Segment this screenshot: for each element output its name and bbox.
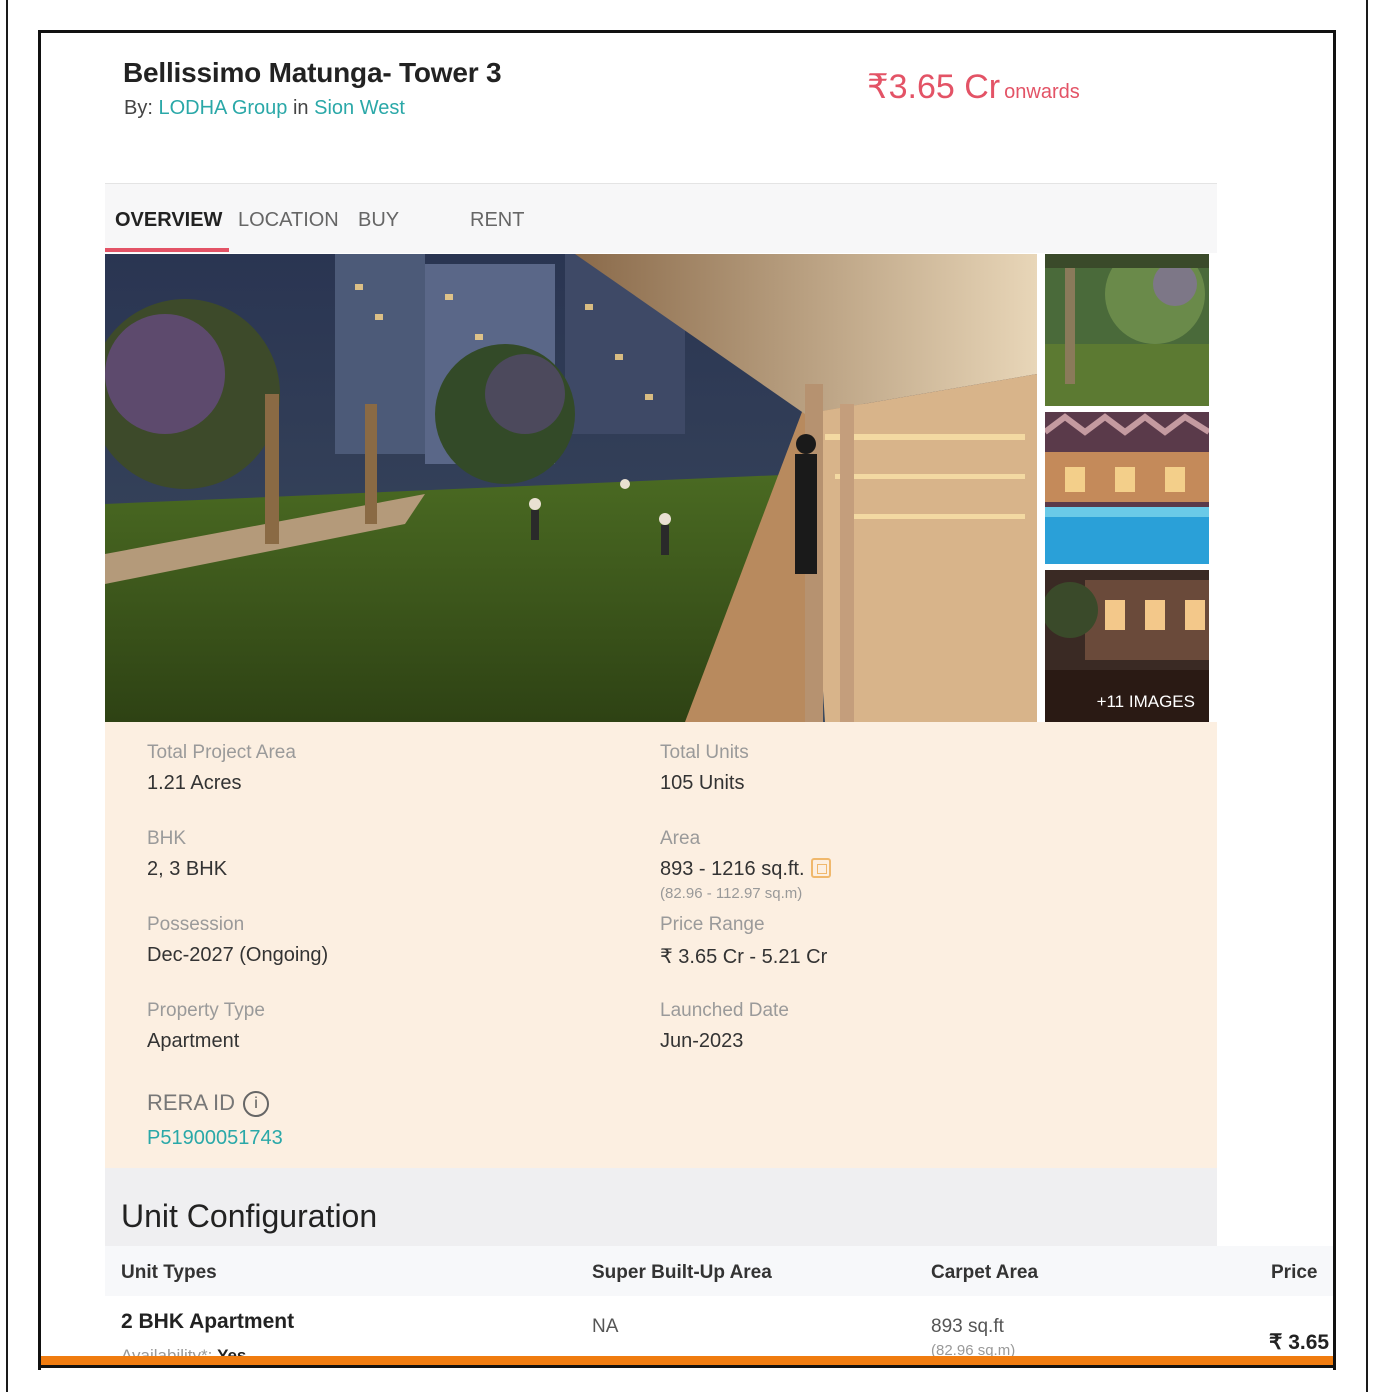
rera-label: RERA ID [147,1090,236,1115]
detail-label: Launched Date [660,1000,789,1021]
detail-label: BHK [147,828,187,849]
area-converter-icon[interactable] [810,858,831,878]
gallery-thumbnail[interactable] [1045,254,1209,406]
developer-link[interactable]: LODHA Group [158,97,287,119]
image-gallery: +11 IMAGES [105,254,1213,722]
detail-possession: Possession Dec-2027 (Ongoing) [147,914,328,967]
detail-property-type: Property Type Apartment [147,1000,265,1053]
locality-link[interactable]: Sion West [314,97,405,119]
byline: By: LODHA Group in Sion West [124,97,405,120]
detail-value: 105 Units [660,772,745,794]
more-images-label: +11 IMAGES [1096,692,1195,711]
unit-table-header: Unit Types Super Built-Up Area Carpet Ar… [105,1246,1333,1296]
active-tab-indicator [105,248,229,252]
detail-value: Apartment [147,1030,240,1052]
detail-total-units: Total Units 105 Units [660,742,749,795]
hero-image[interactable] [105,254,1037,722]
unit-price: ₹ 3.65 [1269,1331,1330,1354]
unit-configuration-header: Unit Configuration [105,1168,1217,1246]
detail-label: Price Range [660,914,765,935]
gallery-thumbnail[interactable]: +11 IMAGES [1045,570,1209,722]
column-header-price: Price [1271,1262,1318,1283]
section-title: Unit Configuration [121,1198,378,1234]
column-header-super-built-up-area: Super Built-Up Area [592,1262,772,1283]
column-header-unit-types: Unit Types [121,1262,217,1283]
detail-value: 1.21 Acres [147,772,242,794]
rera-id-link[interactable]: P51900051743 [147,1127,283,1150]
gallery-thumbnail[interactable] [1045,412,1209,564]
area-value: 893 - 1216 sq.ft. [660,858,805,880]
unit-type: 2 BHK Apartment [121,1310,295,1333]
project-card: Bellissimo Matunga- Tower 3 By: LODHA Gr… [38,30,1336,1370]
carpet-area: 893 sq.ft [931,1316,1004,1337]
detail-bhk: BHK 2, 3 BHK [147,828,227,881]
tab-rent[interactable]: RENT [470,209,524,232]
tab-overview[interactable]: OVERVIEW [115,209,222,232]
tab-buy[interactable]: BUY [358,209,399,232]
section-tabs: OVERVIEW LOCATION BUY RENT [105,183,1217,253]
rera-label-row: RERA ID i [147,1090,283,1118]
in-text: in [292,97,309,119]
super-built-up-area: NA [592,1316,619,1337]
detail-rera: RERA ID i P51900051743 [147,1090,283,1150]
detail-price-range: Price Range ₹ 3.65 Cr - 5.21 Cr [660,914,827,969]
detail-value: 893 - 1216 sq.ft. [660,858,831,881]
detail-value: 2, 3 BHK [147,858,228,880]
project-title: Bellissimo Matunga- Tower 3 [123,57,502,88]
by-prefix: By: [124,97,153,119]
area-sqm: (82.96 - 112.97 sq.m) [660,885,803,902]
project-details: Total Project Area 1.21 Acres Total Unit… [105,722,1217,1168]
detail-area: Area 893 - 1216 sq.ft. (82.96 - 112.97 s… [660,828,831,902]
accent-bar [38,1356,1336,1368]
project-header: Bellissimo Matunga- Tower 3 By: LODHA Gr… [41,33,1333,183]
tab-location[interactable]: LOCATION [238,209,339,232]
price-suffix: onwards [1004,81,1080,103]
detail-label: Possession [147,914,245,935]
detail-value: Dec-2027 (Ongoing) [147,944,329,966]
column-header-carpet-area: Carpet Area [931,1262,1039,1283]
detail-label: Property Type [147,1000,265,1021]
detail-label: Area [660,828,701,849]
detail-value: Jun-2023 [660,1030,744,1052]
detail-value: ₹ 3.65 Cr - 5.21 Cr [660,946,828,968]
detail-label: Total Units [660,742,749,763]
detail-total-project-area: Total Project Area 1.21 Acres [147,742,296,795]
info-icon[interactable]: i [243,1091,270,1118]
project-price: ₹3.65 Cr onwards [867,67,1080,107]
price-amount: ₹3.65 Cr [867,68,1001,106]
detail-label: Total Project Area [147,742,296,763]
detail-launched-date: Launched Date Jun-2023 [660,1000,789,1053]
